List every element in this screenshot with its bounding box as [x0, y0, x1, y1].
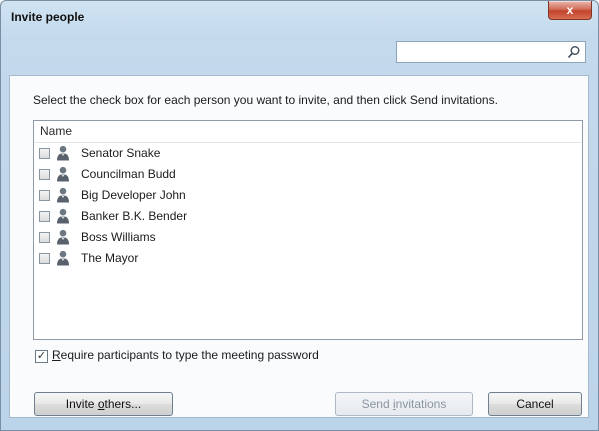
person-name: Boss Williams: [81, 230, 156, 244]
invite-checkbox[interactable]: [39, 190, 50, 201]
invite-checkbox[interactable]: [39, 232, 50, 243]
list-body: Senator Snake Councilman Budd Big Develope…: [34, 143, 582, 269]
list-item[interactable]: Banker B.K. Bender: [34, 206, 582, 227]
list-item[interactable]: Senator Snake: [34, 143, 582, 164]
title-bar: Invite people x: [1, 1, 598, 33]
list-item[interactable]: Boss Williams: [34, 227, 582, 248]
invite-checkbox[interactable]: [39, 169, 50, 180]
person-icon: [57, 208, 69, 224]
invite-others-button[interactable]: Invite o thers...: [34, 392, 173, 416]
person-name: Banker B.K. Bender: [81, 209, 188, 223]
person-icon: [57, 145, 69, 161]
person-icon: [57, 229, 69, 245]
require-password-checkbox[interactable]: ✓: [35, 350, 48, 363]
person-name: Big Developer John: [81, 188, 186, 202]
list-item[interactable]: Councilman Budd: [34, 164, 582, 185]
person-icon: [57, 250, 69, 266]
person-name: Councilman Budd: [81, 167, 176, 181]
list-item[interactable]: The Mayor: [34, 248, 582, 269]
dialog-title: Invite people: [11, 10, 85, 24]
search-icon[interactable]: [567, 45, 581, 59]
require-password-label[interactable]: Require participants to type the meeting…: [52, 348, 319, 362]
person-icon: [57, 166, 69, 182]
person-name: The Mayor: [81, 251, 139, 265]
cancel-button[interactable]: Cancel: [488, 392, 582, 416]
send-invitations-button[interactable]: Send i nvitations: [335, 392, 473, 416]
invite-checkbox[interactable]: [39, 148, 50, 159]
checkmark-icon: ✓: [36, 350, 47, 362]
invite-checkbox[interactable]: [39, 253, 50, 264]
invite-checkbox[interactable]: [39, 211, 50, 222]
close-button[interactable]: x: [548, 1, 592, 20]
close-icon: x: [566, 3, 574, 17]
search-field[interactable]: [396, 41, 586, 63]
column-header-name[interactable]: Name: [34, 121, 582, 143]
instruction-text: Select the check box for each person you…: [33, 93, 498, 107]
people-list: Name Senator Snake Councilman Budd Big Dev…: [33, 120, 583, 340]
search-input[interactable]: [397, 42, 565, 62]
list-item[interactable]: Big Developer John: [34, 185, 582, 206]
person-icon: [57, 187, 69, 203]
person-name: Senator Snake: [81, 146, 161, 160]
